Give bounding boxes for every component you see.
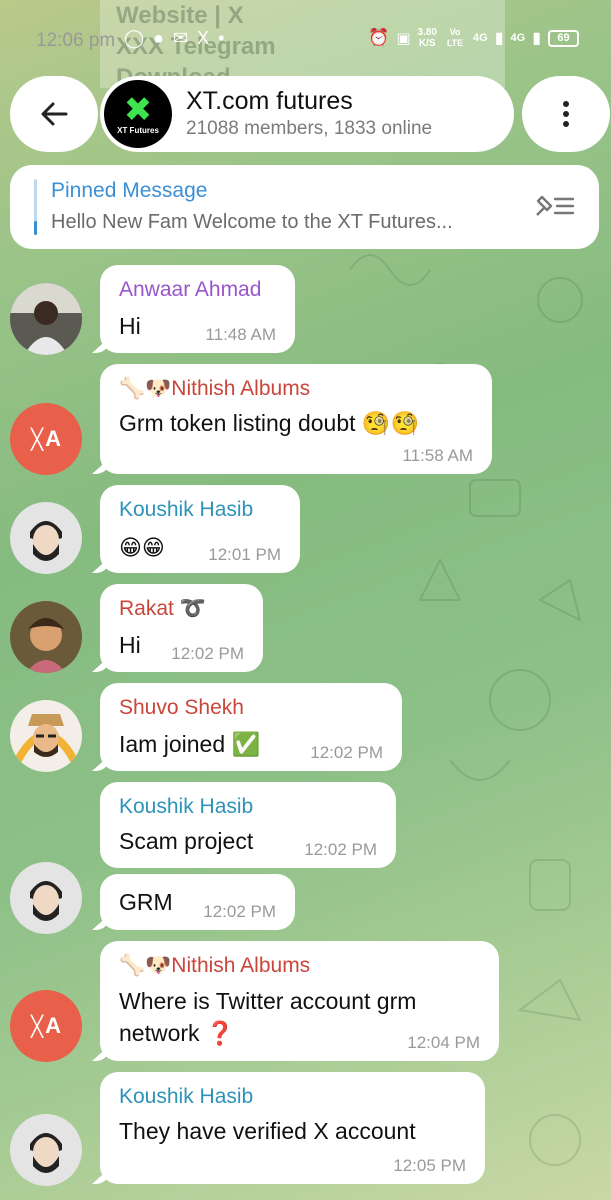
- message-time: 12:02 PM: [310, 743, 383, 762]
- message-text: Grm token listing doubt 🧐🧐: [119, 410, 420, 436]
- nfc-icon: ▣: [396, 30, 411, 47]
- back-button[interactable]: [10, 76, 98, 152]
- net-speed: 3.80 K/S: [418, 27, 437, 49]
- status-right-icons: ⏰ ▣ 3.80 K/S Vo LTE 4G ▮ 4G ▮ 69: [368, 27, 579, 49]
- avatar[interactable]: [10, 601, 82, 673]
- avatar[interactable]: [10, 1114, 82, 1186]
- more-options-button[interactable]: [522, 76, 610, 152]
- message-time: 12:02 PM: [203, 902, 276, 921]
- avatar[interactable]: [10, 862, 82, 934]
- signal-icon-1: ▮: [494, 30, 504, 47]
- message-bubble[interactable]: Rakat ➰ Hi 12:02 PM: [100, 584, 263, 672]
- message-bubble[interactable]: 🦴🐶Nithish Albums Where is Twitter accoun…: [100, 941, 499, 1061]
- back-arrow-icon: [41, 102, 68, 126]
- more-vertical-icon: [563, 101, 569, 127]
- avatar[interactable]: [10, 283, 82, 355]
- message-sender[interactable]: Anwaar Ahmad: [119, 278, 261, 302]
- message-time: 11:58 AM: [402, 446, 473, 465]
- message-text-line-2: network ❓: [119, 1020, 235, 1046]
- message-sender[interactable]: 🦴🐶Nithish Albums: [119, 954, 310, 978]
- message-time: 12:01 PM: [208, 545, 281, 564]
- bone-icon: ╳: [31, 428, 44, 451]
- user-photo-icon: [10, 283, 82, 355]
- avatar-letter: A: [45, 1013, 61, 1038]
- message-sender[interactable]: Koushik Hasib: [119, 1085, 253, 1109]
- volte-indicator: Vo LTE: [446, 27, 464, 48]
- message-sender[interactable]: Koushik Hasib: [119, 795, 253, 819]
- pinned-label: Pinned Message: [51, 179, 208, 202]
- user-avatar-icon: [10, 862, 82, 934]
- message-bubble[interactable]: Koushik Hasib 😁😁 12:01 PM: [100, 485, 300, 573]
- message-bubble[interactable]: Anwaar Ahmad Hi 11:48 AM: [100, 265, 295, 353]
- bone-icon: ╳: [31, 1015, 44, 1038]
- logo-text: XT Futures: [117, 125, 159, 135]
- chat-member-count: 21088 members, 1833 online: [186, 118, 433, 139]
- message-sender[interactable]: Shuvo Shekh: [119, 696, 244, 720]
- status-bar: 12:06 pm ◯ ● ✉ X • ⏰ ▣ 3.80 K/S Vo LTE 4…: [0, 24, 611, 58]
- user-avatar-icon: [10, 1114, 82, 1186]
- message-time: 12:05 PM: [393, 1156, 466, 1175]
- message-text: Iam joined ✅: [119, 731, 261, 757]
- message-time: 12:02 PM: [171, 644, 244, 663]
- message-sender[interactable]: Rakat ➰: [119, 597, 206, 621]
- message-text: Hi: [119, 632, 141, 658]
- xt-logo-icon: ✖: [123, 90, 153, 129]
- group-avatar[interactable]: ✖ XT Futures: [104, 80, 172, 148]
- message-text-line-1: Where is Twitter account grm: [119, 988, 417, 1014]
- message-text: 😁😁: [119, 535, 165, 560]
- message-sender[interactable]: 🦴🐶Nithish Albums: [119, 377, 310, 401]
- message-text: Hi: [119, 313, 141, 339]
- message-text: GRM: [119, 889, 173, 915]
- avatar[interactable]: [10, 502, 82, 574]
- pinned-list-icon[interactable]: [533, 191, 577, 221]
- net-speed-value: 3.80: [417, 27, 437, 38]
- message-bubble[interactable]: Koushik Hasib Scam project 12:02 PM: [100, 782, 396, 868]
- chat-name: XT.com futures: [186, 87, 353, 115]
- user-avatar-icon: [10, 700, 82, 772]
- message-bubble[interactable]: Shuvo Shekh Iam joined ✅ 12:02 PM: [100, 683, 402, 771]
- message-time: 12:02 PM: [304, 840, 377, 859]
- message-sender[interactable]: Koushik Hasib: [119, 498, 253, 522]
- message-time: 11:48 AM: [205, 325, 276, 344]
- user-avatar-icon: [10, 502, 82, 574]
- net-speed-unit: K/S: [418, 38, 436, 49]
- chat-title-block[interactable]: XT.com futures 21088 members, 1833 onlin…: [186, 86, 432, 142]
- notification-icons: ◯ ● ✉ X •: [124, 28, 227, 48]
- pinned-message-bar[interactable]: Pinned Message Hello New Fam Welcome to …: [10, 165, 599, 249]
- battery-indicator: 69: [548, 29, 579, 47]
- message-time: 12:04 PM: [407, 1033, 480, 1052]
- network-type-1: 4G: [473, 32, 488, 44]
- message-bubble[interactable]: GRM 12:02 PM: [100, 874, 295, 930]
- message-bubble[interactable]: Koushik Hasib They have verified X accou…: [100, 1072, 485, 1184]
- message-bubble[interactable]: 🦴🐶Nithish Albums Grm token listing doubt…: [100, 364, 492, 474]
- message-text: They have verified X account: [119, 1118, 416, 1144]
- avatar[interactable]: ╳ A: [10, 403, 82, 475]
- avatar[interactable]: ╳ A: [10, 990, 82, 1062]
- alarm-icon: ⏰: [368, 28, 390, 47]
- signal-icon-2: ▮: [532, 30, 541, 47]
- message-text: Scam project: [119, 828, 254, 854]
- network-type-2: 4G: [510, 32, 526, 44]
- avatar-letter: A: [45, 426, 61, 451]
- avatar[interactable]: [10, 700, 82, 772]
- chat-header[interactable]: ✖ XT Futures XT.com futures 21088 member…: [100, 76, 514, 152]
- user-photo-icon: [10, 601, 82, 673]
- pinned-indicator: [34, 179, 37, 235]
- pinned-text: Hello New Fam Welcome to the XT Futures.…: [51, 211, 453, 233]
